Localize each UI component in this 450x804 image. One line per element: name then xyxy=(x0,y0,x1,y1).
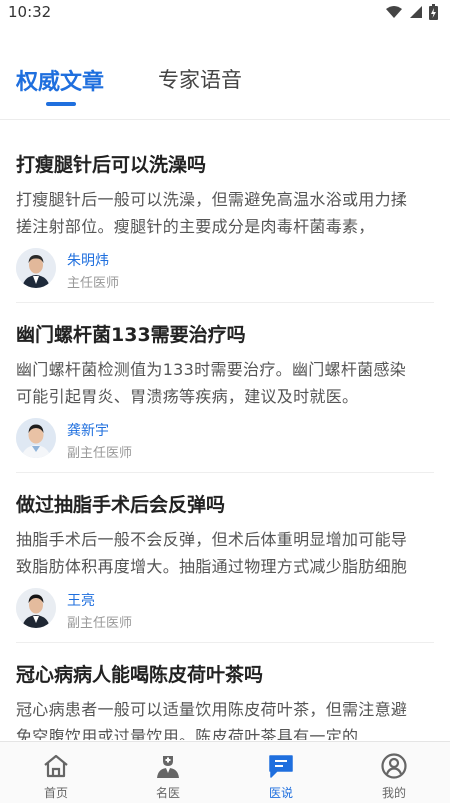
wifi-icon xyxy=(386,6,402,18)
doctor-title: 副主任医师 xyxy=(67,446,133,461)
message-icon xyxy=(269,755,293,778)
doctor-name[interactable]: 王亮 xyxy=(67,590,95,610)
doctor-name[interactable]: 龚新宇 xyxy=(67,420,109,440)
article-title: 冠心病病人能喝陈皮荷叶茶吗 xyxy=(16,664,264,686)
tab-bar: 权威文章 专家语音 xyxy=(0,50,450,112)
article-summary: 冠心病患者一般可以适量饮用陈皮荷叶茶，但需注意避免空腹饮用或过量饮用。陈皮荷叶茶… xyxy=(16,700,408,740)
article-divider xyxy=(16,642,434,643)
doctor-icon xyxy=(157,756,179,778)
nav-profile-label: 我的 xyxy=(381,786,406,800)
home-icon xyxy=(44,754,68,778)
article-list: 打瘦腿针后可以洗澡吗 打瘦腿针后一般可以洗澡，但需避免高温水浴或用力揉搓注射部位… xyxy=(0,120,450,740)
signal-icon xyxy=(410,6,422,18)
nav-home[interactable]: 首页 xyxy=(0,742,112,804)
nav-medical-talk[interactable]: 医说 xyxy=(225,742,337,804)
article-title: 打瘦腿针后可以洗澡吗 xyxy=(16,154,207,176)
article-divider xyxy=(16,302,434,303)
status-time: 10:32 xyxy=(8,3,52,21)
status-icons xyxy=(385,4,438,20)
doctor-avatar xyxy=(16,418,56,458)
nav-home-label: 首页 xyxy=(43,786,68,800)
nav-doctor-label: 名医 xyxy=(155,786,180,800)
nav-medical-talk-label: 医说 xyxy=(268,786,293,800)
doctor-name[interactable]: 朱明炜 xyxy=(67,250,109,270)
article-title: 做过抽脂手术后会反弹吗 xyxy=(16,494,226,516)
profile-icon xyxy=(381,753,407,779)
article-summary: 幽门螺杆菌检测值为133时需要治疗。幽门螺杆菌感染可能引起胃炎、胃溃疡等疾病，建… xyxy=(16,360,407,406)
battery-icon xyxy=(429,4,438,20)
tab-authority-articles[interactable]: 权威文章 xyxy=(16,64,104,96)
doctor-title: 主任医师 xyxy=(67,276,120,291)
article-summary: 打瘦腿针后一般可以洗澡，但需避免高温水浴或用力揉搓注射部位。瘦腿针的主要成分是肉… xyxy=(16,190,408,236)
tab-expert-voice[interactable]: 专家语音 xyxy=(158,64,242,94)
doctor-avatar xyxy=(16,248,56,288)
bottom-nav: 首页 名医 医说 我的 xyxy=(0,741,450,803)
nav-doctor[interactable]: 名医 xyxy=(112,742,224,804)
nav-profile[interactable]: 我的 xyxy=(338,742,450,804)
article-title: 幽门螺杆菌133需要治疗吗 xyxy=(16,324,246,346)
status-bar: 10:32 xyxy=(0,0,450,24)
doctor-title: 副主任医师 xyxy=(67,616,133,631)
doctor-avatar xyxy=(16,588,56,628)
article-divider xyxy=(16,472,434,473)
article-summary: 抽脂手术后一般不会反弹，但术后体重明显增加可能导致脂肪体积再度增大。抽脂通过物理… xyxy=(16,530,408,576)
tab-active-indicator xyxy=(46,102,76,106)
